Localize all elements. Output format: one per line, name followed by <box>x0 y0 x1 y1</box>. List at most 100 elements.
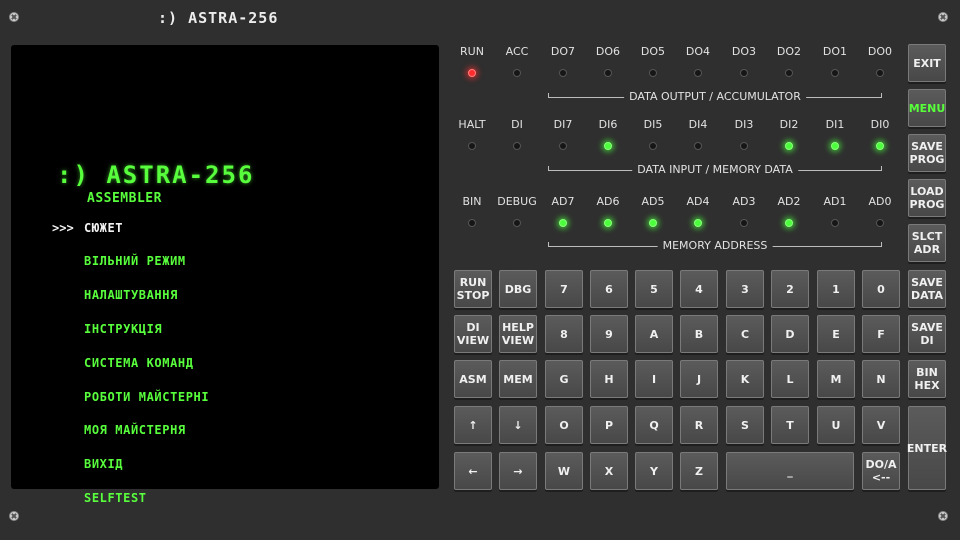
mem-key[interactable]: MEM <box>499 360 537 398</box>
7-key[interactable]: 7 <box>545 270 583 308</box>
r-key[interactable]: R <box>680 406 718 444</box>
h-key[interactable]: H <box>590 360 628 398</box>
t-key[interactable]: T <box>771 406 809 444</box>
led-label: DO7 <box>550 45 576 58</box>
menu-item[interactable]: НАЛАШТУВАННЯ <box>84 288 178 302</box>
arrow-down-key[interactable]: ↓ <box>499 406 537 444</box>
f-key[interactable]: F <box>862 315 900 353</box>
dbg-key[interactable]: DBG <box>499 270 537 308</box>
key-label: C <box>740 327 750 341</box>
w-key[interactable]: W <box>545 452 583 490</box>
key-label: L <box>786 372 794 386</box>
key-label: H <box>604 372 614 386</box>
k-key[interactable]: K <box>726 360 764 398</box>
help-view-key[interactable]: HELP VIEW <box>499 315 537 353</box>
menu-item[interactable]: СИСТЕМА КОМАНД <box>84 356 194 370</box>
led-label: DI6 <box>598 118 618 131</box>
d-key[interactable]: D <box>771 315 809 353</box>
bin-hex-key[interactable]: BIN HEX <box>908 360 946 398</box>
v-key[interactable]: V <box>862 406 900 444</box>
z-key[interactable]: Z <box>680 452 718 490</box>
menu-item[interactable]: SELFTEST <box>84 491 147 505</box>
key-label: SLCT ADR <box>911 230 943 256</box>
led-label: AD5 <box>641 195 665 208</box>
5-key[interactable]: 5 <box>635 270 673 308</box>
menu-item[interactable]: МОЯ МАЙСТЕРНЯ <box>84 423 186 437</box>
e-key[interactable]: E <box>817 315 855 353</box>
menu-item[interactable]: ВИХІД <box>84 457 123 471</box>
asm-key[interactable]: ASM <box>454 360 492 398</box>
c-key[interactable]: C <box>726 315 764 353</box>
save-prog-key[interactable]: SAVE PROG <box>908 134 946 172</box>
o-key[interactable]: O <box>545 406 583 444</box>
group-label: MEMORY ADDRESS <box>657 239 773 252</box>
q-key[interactable]: Q <box>635 406 673 444</box>
screen-subtitle: ASSEMBLER <box>87 191 162 206</box>
led-indicator <box>649 142 657 150</box>
led-label: AD0 <box>868 195 892 208</box>
key-label: 9 <box>605 327 613 341</box>
save-di-key[interactable]: SAVE DI <box>908 315 946 353</box>
a-key[interactable]: A <box>635 315 673 353</box>
menu-item[interactable]: ІНСТРУКЦІЯ <box>84 322 162 336</box>
menu-item[interactable]: РОБОТИ МАЙСТЕРНІ <box>84 390 209 404</box>
run-stop-key[interactable]: RUN STOP <box>454 270 492 308</box>
di-view-key[interactable]: DI VIEW <box>454 315 492 353</box>
enter-key[interactable]: ENTER <box>907 406 947 490</box>
l-key[interactable]: L <box>771 360 809 398</box>
9-key[interactable]: 9 <box>590 315 628 353</box>
slct-adr-key[interactable]: SLCT ADR <box>908 224 946 262</box>
crt-screen: :) ASTRA-256 ASSEMBLER >>> СЮЖЕТ ВІЛЬНИЙ … <box>11 45 439 505</box>
load-prog-key[interactable]: LOAD PROG <box>908 179 946 217</box>
key-label: N <box>876 372 886 386</box>
1-key[interactable]: 1 <box>817 270 855 308</box>
led-indicator <box>559 219 567 227</box>
led-indicator <box>604 69 612 77</box>
key-label: D <box>785 327 795 341</box>
8-key[interactable]: 8 <box>545 315 583 353</box>
led-label: DO1 <box>822 45 848 58</box>
x-key[interactable]: X <box>590 452 628 490</box>
led-label: AD1 <box>823 195 847 208</box>
led-indicator <box>694 219 702 227</box>
0-key[interactable]: 0 <box>862 270 900 308</box>
key-label: 7 <box>560 282 568 296</box>
exit-key[interactable]: EXIT <box>908 44 946 82</box>
arrow-up-key[interactable]: ↑ <box>454 406 492 444</box>
4-key[interactable]: 4 <box>680 270 718 308</box>
y-key[interactable]: Y <box>635 452 673 490</box>
led-indicator <box>785 142 793 150</box>
u-key[interactable]: U <box>817 406 855 444</box>
led-indicator <box>468 69 476 77</box>
key-label: Y <box>650 464 658 478</box>
doa----key[interactable]: DO/A <-- <box>862 452 900 490</box>
s-key[interactable]: S <box>726 406 764 444</box>
3-key[interactable]: 3 <box>726 270 764 308</box>
led-indicator <box>694 69 702 77</box>
led-indicator <box>694 142 702 150</box>
arrow-left-key[interactable]: ← <box>454 452 492 490</box>
menu-item[interactable]: СЮЖЕТ <box>84 221 123 235</box>
p-key[interactable]: P <box>590 406 628 444</box>
key-label: 1 <box>832 282 840 296</box>
key-label: Q <box>649 418 659 432</box>
save-data-key[interactable]: SAVE DATA <box>908 270 946 308</box>
g-key[interactable]: G <box>545 360 583 398</box>
b-key[interactable]: B <box>680 315 718 353</box>
menu-key[interactable]: MENU <box>908 89 946 127</box>
arrow-right-key[interactable]: → <box>499 452 537 490</box>
key-label: ← <box>468 464 478 478</box>
space-key[interactable]: _ <box>726 452 854 490</box>
menu-item[interactable]: ВІЛЬНИЙ РЕЖИМ <box>84 254 186 268</box>
j-key[interactable]: J <box>680 360 718 398</box>
led-label: DI3 <box>734 118 754 131</box>
m-key[interactable]: M <box>817 360 855 398</box>
n-key[interactable]: N <box>862 360 900 398</box>
led-indicator <box>468 219 476 227</box>
led-indicator <box>604 219 612 227</box>
i-key[interactable]: I <box>635 360 673 398</box>
key-label: U <box>831 418 841 432</box>
2-key[interactable]: 2 <box>771 270 809 308</box>
6-key[interactable]: 6 <box>590 270 628 308</box>
led-label: RUN <box>460 45 484 58</box>
